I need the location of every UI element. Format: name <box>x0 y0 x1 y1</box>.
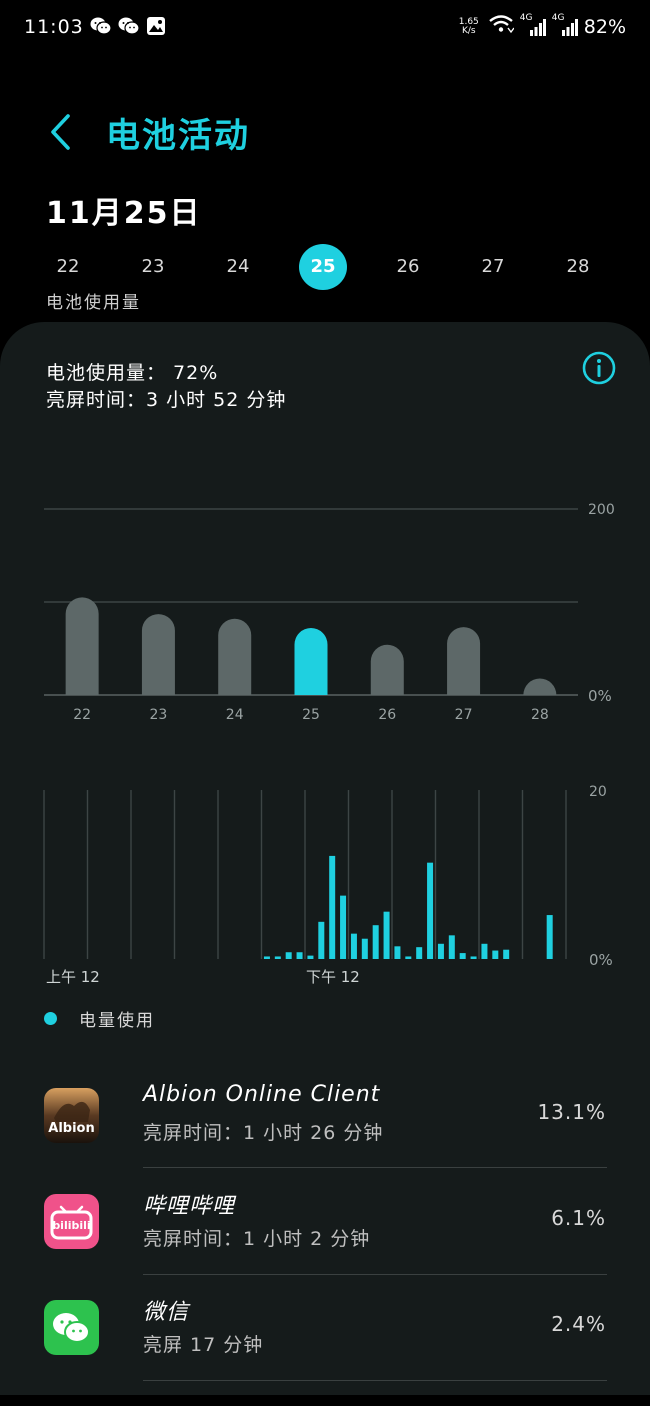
bilibili-app-icon: bilibili <box>44 1194 99 1249</box>
hourly-usage-bar <box>318 921 325 959</box>
x-tick-label: 27 <box>455 707 473 723</box>
hourly-usage-bar <box>296 952 303 959</box>
hourly-usage-bar <box>394 946 401 959</box>
day-usage-bar <box>218 618 252 695</box>
hourly-usage-bar <box>361 938 368 959</box>
divider <box>143 1380 607 1381</box>
wechat-app-icon <box>44 1300 99 1355</box>
app-screen-time: 亮屏时间：1 小时 2 分钟 <box>143 1228 371 1250</box>
app-usage-row[interactable]: 微信亮屏 17 分钟 2.4% <box>0 1300 650 1406</box>
app-screen-time: 亮屏 17 分钟 <box>143 1334 264 1356</box>
day-usage-bar <box>65 597 99 695</box>
x-tick-label: 28 <box>531 707 549 723</box>
hourly-usage-bar <box>481 943 488 959</box>
hourly-usage-bar <box>437 943 444 959</box>
day-usage-bar <box>447 627 481 695</box>
x-tick-label: 25 <box>302 707 320 723</box>
hourly-usage-bar <box>405 956 412 959</box>
hourly-usage-bar <box>470 956 477 959</box>
hourly-usage-bar <box>307 955 314 959</box>
hourly-usage-bar <box>448 935 455 959</box>
x-tick-label: 26 <box>378 707 396 723</box>
divider <box>143 1167 607 1168</box>
hourly-usage-bar <box>503 949 510 959</box>
svg-text:bilibili: bilibili <box>52 1219 90 1232</box>
app-usage-percent: 6.1% <box>551 1206 606 1230</box>
day-usage-bar <box>141 614 175 695</box>
app-name: Albion Online Client <box>143 1082 381 1107</box>
y-tick-label: 0% <box>588 687 612 705</box>
divider <box>143 1274 607 1275</box>
x-tick-label: 24 <box>226 707 244 723</box>
hourly-usage-bar <box>492 950 499 959</box>
day-usage-bar <box>294 628 328 695</box>
x-tick-label: 22 <box>73 707 91 723</box>
y-tick-label: 0% <box>589 951 613 969</box>
hourly-usage-bar <box>459 953 466 959</box>
hourly-usage-bar <box>329 855 336 959</box>
app-name: 哔哩哔哩 <box>143 1194 236 1219</box>
legend-dot <box>44 1012 57 1025</box>
app-usage-row[interactable]: bilibili 哔哩哔哩亮屏时间：1 小时 2 分钟 6.1% <box>0 1194 650 1300</box>
day-usage-bar <box>523 678 557 695</box>
app-usage-percent: 2.4% <box>551 1312 606 1336</box>
y-tick-label: 200 <box>588 502 615 518</box>
svg-text:Albion: Albion <box>48 1121 94 1136</box>
x-tick-label: 下午 12 <box>306 968 360 986</box>
hourly-usage-bar <box>383 911 390 959</box>
app-usage-row[interactable]: Albion Albion Online Client 亮屏时间：1 小时 26 分… <box>0 1082 650 1194</box>
legend-label: 电量使用 <box>79 1011 155 1031</box>
hourly-usage-bar <box>274 956 281 959</box>
day-usage-bar <box>370 644 404 695</box>
x-tick-label: 23 <box>150 707 168 723</box>
hourly-usage-bar <box>546 915 553 959</box>
hourly-usage-bar <box>427 862 434 959</box>
hourly-usage-bar <box>416 947 423 959</box>
app-name: 微信 <box>143 1300 190 1325</box>
x-tick-label: 上午 12 <box>46 968 100 986</box>
legend: 电量使用 <box>44 1006 155 1031</box>
hourly-usage-bar <box>350 933 357 959</box>
hourly-usage-bar <box>340 895 347 959</box>
hourly-usage-bar <box>285 952 292 959</box>
app-usage-percent: 13.1% <box>537 1100 606 1124</box>
hourly-usage-bar <box>263 956 270 959</box>
y-tick-label: 20 <box>589 784 607 800</box>
hourly-usage-bar <box>372 925 379 959</box>
battery-charts: 200 0% 22 23 24 25 26 27 28 20 0% 上午 12 下午 12 <box>43 502 615 986</box>
app-screen-time: 亮屏时间：1 小时 26 分钟 <box>143 1122 384 1144</box>
albion-app-icon: Albion <box>44 1088 99 1143</box>
